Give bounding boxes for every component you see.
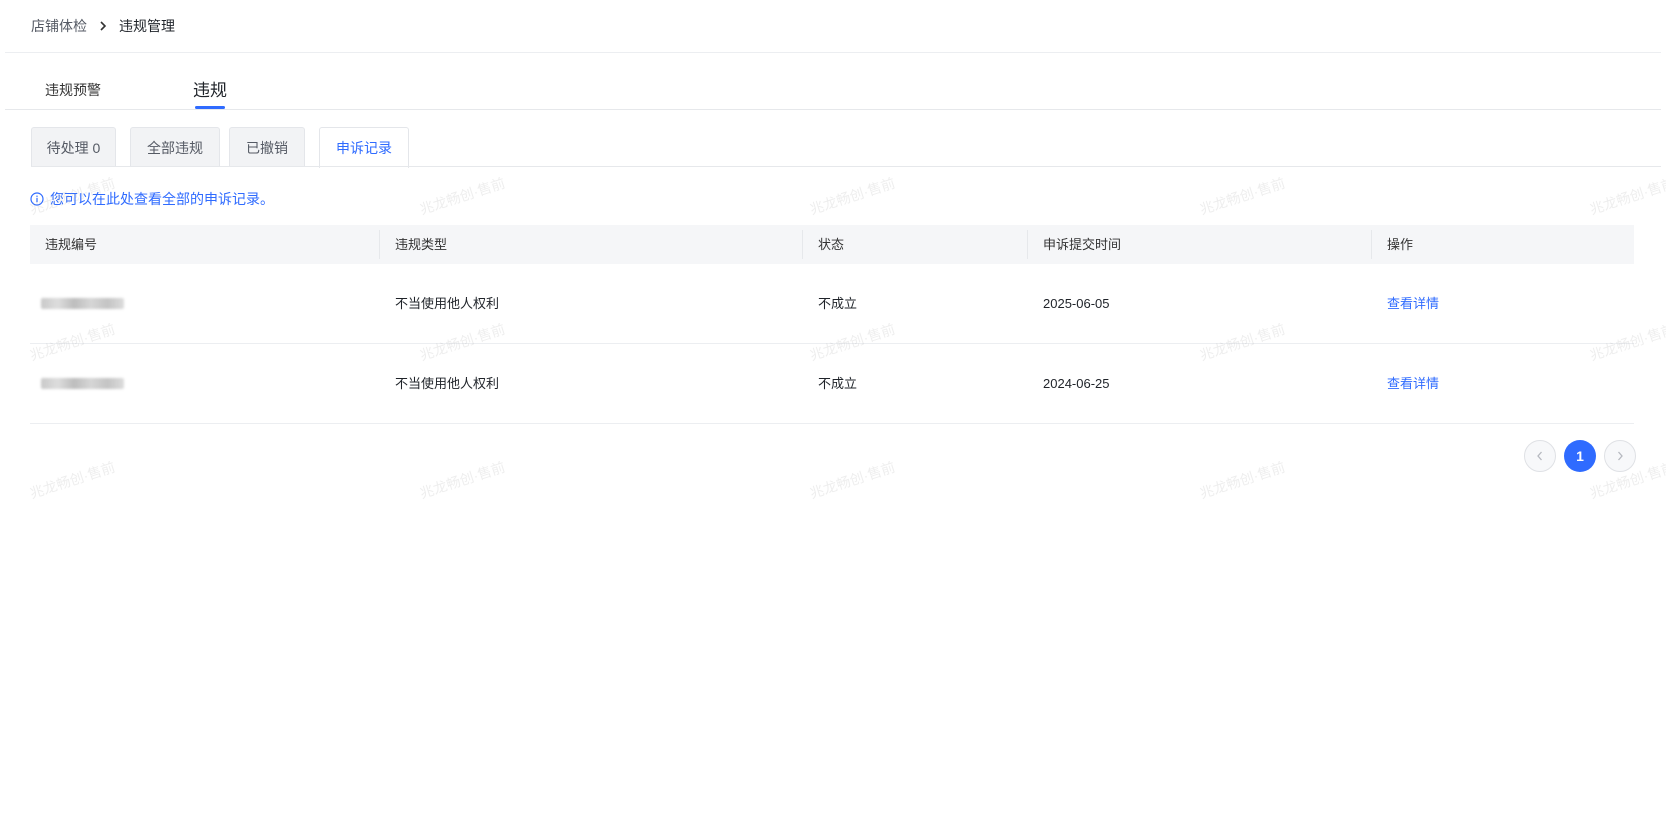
cell-submit-time: 2024-06-25 (1043, 376, 1110, 391)
column-header-action: 操作 (1387, 237, 1414, 252)
table-row: 不当使用他人权利 不成立 2025-06-05 查看详情 (30, 264, 1634, 344)
chevron-left-icon (1537, 451, 1542, 461)
column-divider (802, 230, 803, 259)
view-details-link[interactable]: 查看详情 (1387, 344, 1439, 424)
chevron-right-icon (1618, 451, 1623, 461)
info-icon (30, 192, 44, 206)
column-header-violation-type: 违规类型 (395, 237, 448, 252)
notice-text: 您可以在此处查看全部的申诉记录。 (50, 191, 274, 207)
info-notice: 您可以在此处查看全部的申诉记录。 (30, 189, 274, 209)
page-number-button[interactable]: 1 (1564, 440, 1596, 472)
watermark: 兆龙畅创·售前 (27, 458, 117, 502)
subtab-label: 待处理 0 (46, 139, 101, 156)
subtab-label: 已撤销 (246, 139, 288, 156)
appeal-records-table: 违规编号 违规类型 状态 申诉提交时间 操作 不当使用他人权利 不成立 2025… (30, 225, 1634, 424)
breadcrumb-current: 违规管理 (119, 18, 175, 34)
watermark: 兆龙畅创·售前 (807, 458, 897, 502)
cell-violation-type: 不当使用他人权利 (395, 296, 500, 311)
cell-submit-time: 2025-06-05 (1043, 296, 1110, 311)
breadcrumb-parent[interactable]: 店铺体检 (31, 16, 87, 36)
watermark: 兆龙畅创·售前 (417, 174, 507, 218)
column-divider (1371, 230, 1372, 259)
subtab-all-violations[interactable]: 全部违规 (130, 127, 220, 167)
watermark: 兆龙畅创·售前 (1587, 174, 1666, 218)
tab-label: 违规预警 (45, 82, 101, 98)
watermark: 兆龙畅创·售前 (1197, 174, 1287, 218)
column-header-status: 状态 (818, 237, 845, 252)
table-row: 不当使用他人权利 不成立 2024-06-25 查看详情 (30, 344, 1634, 424)
header-divider (5, 52, 1661, 53)
table-header: 违规编号 违规类型 状态 申诉提交时间 操作 (30, 225, 1634, 264)
next-page-button[interactable] (1604, 440, 1636, 472)
cell-status: 不成立 (818, 376, 858, 391)
subtab-revoked[interactable]: 已撤销 (229, 127, 305, 167)
column-divider (1027, 230, 1028, 259)
watermark: 兆龙畅创·售前 (807, 174, 897, 218)
tab-violations[interactable]: 违规 (193, 76, 227, 109)
cell-status: 不成立 (818, 296, 858, 311)
redacted-violation-id (41, 378, 124, 389)
tab-violation-warning[interactable]: 违规预警 (45, 80, 101, 100)
watermark: 兆龙畅创·售前 (417, 458, 507, 502)
column-header-violation-id: 违规编号 (45, 237, 98, 252)
cell-violation-type: 不当使用他人权利 (395, 376, 500, 391)
subtab-label: 申诉记录 (336, 140, 392, 156)
prev-page-button[interactable] (1524, 440, 1556, 472)
column-divider (379, 230, 380, 259)
subtab-appeal-records[interactable]: 申诉记录 (319, 127, 409, 168)
column-header-submit-time: 申诉提交时间 (1043, 237, 1122, 252)
breadcrumb: 店铺体检 违规管理 (31, 16, 175, 36)
subtabs-divider (31, 166, 1661, 167)
tab-label: 违规 (193, 81, 227, 100)
view-details-link[interactable]: 查看详情 (1387, 264, 1439, 344)
tabs-divider (5, 109, 1661, 110)
subtab-label: 全部违规 (147, 139, 203, 156)
chevron-right-icon (99, 21, 107, 31)
redacted-violation-id (41, 298, 124, 309)
subtab-pending[interactable]: 待处理 0 (31, 127, 116, 167)
watermark: 兆龙畅创·售前 (1197, 458, 1287, 502)
